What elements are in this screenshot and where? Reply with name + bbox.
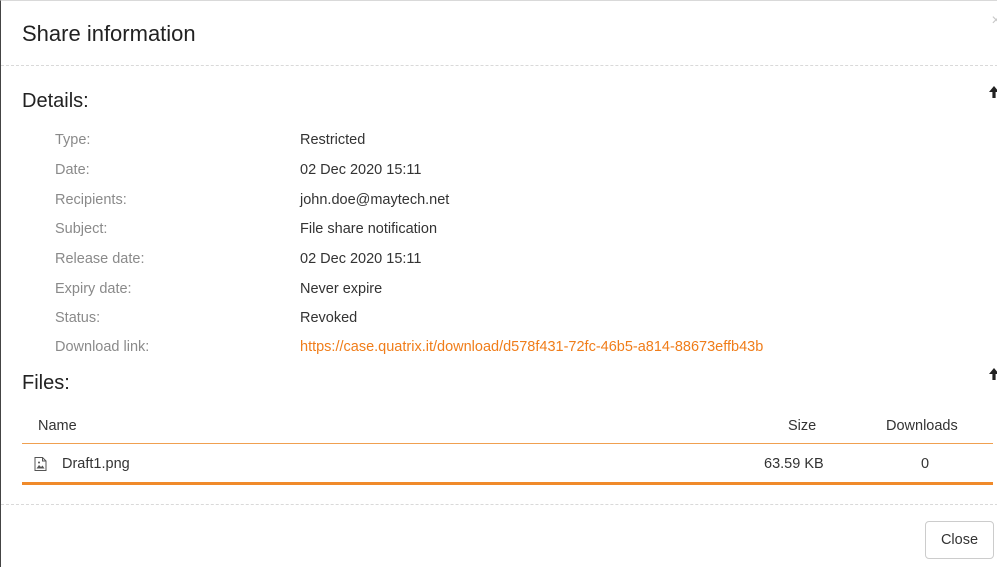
detail-row-release-date: Release date: 02 Dec 2020 15:11 xyxy=(55,251,985,273)
column-name-header[interactable]: Name xyxy=(38,418,77,434)
detail-label: Date: xyxy=(55,162,90,178)
download-link[interactable]: https://case.quatrix.it/download/d578f43… xyxy=(300,339,763,355)
detail-label: Download link: xyxy=(55,339,150,355)
files-table-header: Name Size Downloads xyxy=(22,408,993,444)
detail-label: Type: xyxy=(55,132,91,148)
column-size-header[interactable]: Size xyxy=(788,418,816,434)
close-icon[interactable]: × xyxy=(988,13,997,29)
detail-row-recipients: Recipients: john.doe@maytech.net xyxy=(55,192,985,214)
detail-row-download-link: Download link: https://case.quatrix.it/d… xyxy=(55,339,985,361)
detail-value: 02 Dec 2020 15:11 xyxy=(300,162,422,178)
detail-value: 02 Dec 2020 15:11 xyxy=(300,251,422,267)
detail-value: Never expire xyxy=(300,281,383,297)
collapse-details-arrow-icon[interactable] xyxy=(987,84,997,100)
detail-label: Release date: xyxy=(55,251,145,267)
collapse-files-arrow-icon[interactable] xyxy=(987,366,997,382)
detail-label: Status: xyxy=(55,310,101,326)
column-downloads-header[interactable]: Downloads xyxy=(886,418,958,434)
detail-value: File share notification xyxy=(300,221,438,237)
detail-value: john.doe@maytech.net xyxy=(300,192,450,208)
share-information-dialog: Share information × Details: Type: Restr… xyxy=(0,0,997,567)
file-row[interactable]: Draft1.png 63.59 KB 0 xyxy=(22,445,993,485)
detail-row-date: Date: 02 Dec 2020 15:11 xyxy=(55,162,985,184)
detail-row-subject: Subject: File share notification xyxy=(55,221,985,243)
detail-row-type: Type: Restricted xyxy=(55,132,985,154)
image-file-icon xyxy=(34,457,47,471)
detail-value: Revoked xyxy=(300,310,358,326)
file-downloads-count: 0 xyxy=(921,456,930,472)
file-name[interactable]: Draft1.png xyxy=(62,456,130,472)
detail-label: Expiry date: xyxy=(55,281,132,297)
detail-label: Subject: xyxy=(55,221,108,237)
detail-row-expiry-date: Expiry date: Never expire xyxy=(55,281,985,303)
footer-divider xyxy=(1,504,997,505)
file-size: 63.59 KB xyxy=(764,456,824,472)
detail-value: Restricted xyxy=(300,132,366,148)
detail-label: Recipients: xyxy=(55,192,127,208)
detail-row-status: Status: Revoked xyxy=(55,310,985,332)
dialog-header: Share information xyxy=(1,1,997,66)
files-heading: Files: xyxy=(22,372,70,394)
details-heading: Details: xyxy=(22,90,89,112)
dialog-title: Share information xyxy=(22,21,196,46)
close-button[interactable]: Close xyxy=(925,521,994,559)
